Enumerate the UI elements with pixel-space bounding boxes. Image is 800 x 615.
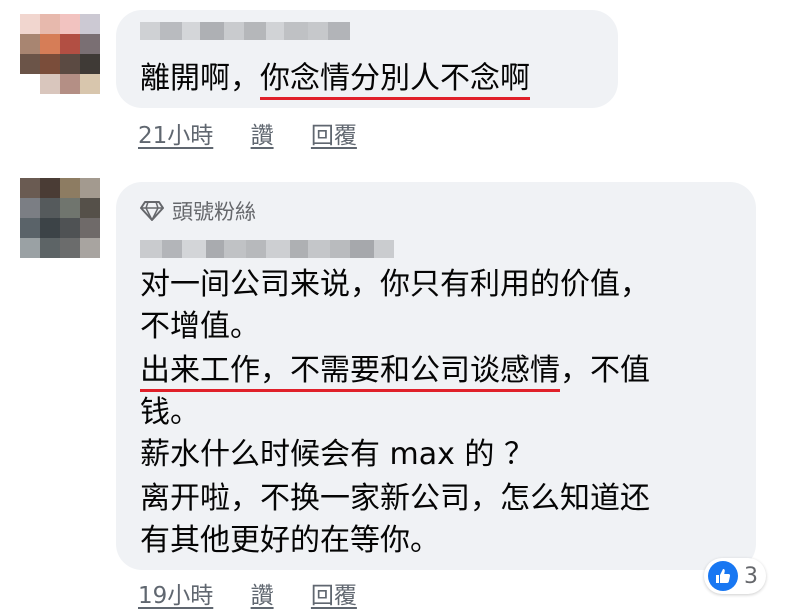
timestamp-link[interactable]: 19小時 [138,583,213,609]
top-fan-badge: 頭號粉絲 [140,196,256,226]
comment-text-plain: 離開啊， [140,61,260,96]
comment-text-highlighted: 你念情分別人不念啊 [260,61,530,100]
avatar[interactable] [20,14,100,94]
reply-link[interactable]: 回覆 [311,583,357,609]
timestamp-link[interactable]: 21小時 [138,123,213,149]
comment-text-line: 有其他更好的在等你。 [140,523,440,558]
comment-text-line: 对一间公司来说，你只有利用的价值， [140,267,650,302]
badge-label: 頭號粉絲 [172,200,256,224]
author-name-blurred[interactable] [140,240,394,258]
author-name-blurred[interactable] [140,22,350,40]
comment-text-highlighted: 出来工作，不需要和公司谈感情 [140,353,560,392]
reaction-summary[interactable]: 3 [704,558,766,594]
comment-text-plain: ，不值 [560,353,650,388]
comment-text-line: 出来工作，不需要和公司谈感情，不值 [140,352,650,392]
comment-text-line: 离开啦，不换一家新公司，怎么知道还 [140,481,650,516]
like-thumb-icon [708,561,738,591]
reply-link[interactable]: 回覆 [311,123,357,149]
comment-text-line: 不增值。 [140,309,260,344]
comment-text-line: 薪水什么时候会有 max 的 ？ [140,437,534,472]
reaction-count: 3 [744,563,758,589]
comment-meta: 21小時 讚 回覆 [138,116,357,150]
comment-text: 離開啊，你念情分別人不念啊 [140,60,530,100]
diamond-icon [140,201,164,221]
avatar[interactable] [20,178,100,258]
like-link[interactable]: 讚 [251,583,274,609]
comment-text-line: 钱。 [140,395,200,430]
comment-meta: 19小時 讚 回覆 [138,576,357,610]
like-link[interactable]: 讚 [251,123,274,149]
